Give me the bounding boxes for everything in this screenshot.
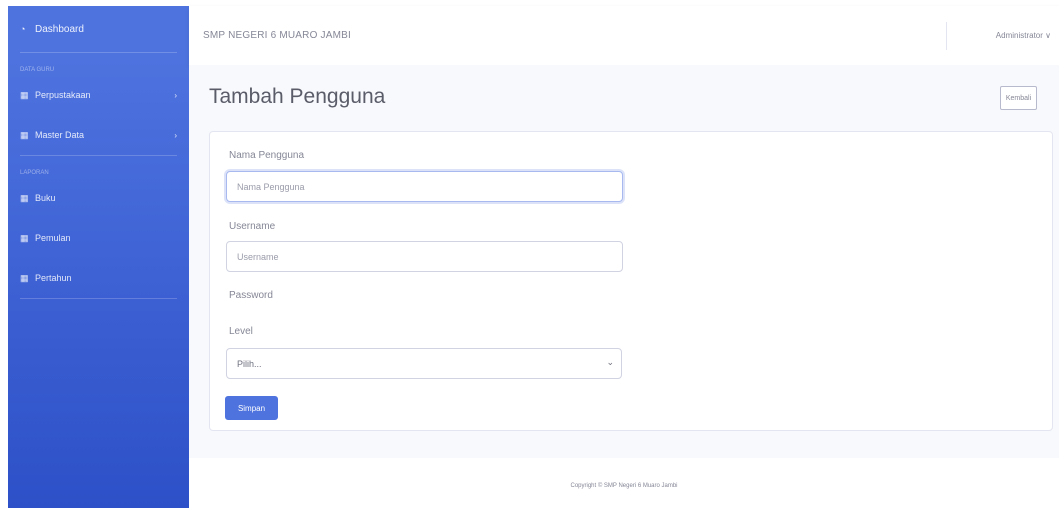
chevron-right-icon: › [174,130,177,140]
table-icon: ▦ [20,272,29,283]
sidebar-item-label: Buku [35,193,56,203]
name-input[interactable] [226,171,623,202]
username-label: Username [229,221,276,232]
sidebar-divider [20,298,177,299]
sidebar-item-label: Master Data [35,130,85,140]
sidebar-item-master-data[interactable]: ▦ Master Data › [8,115,189,155]
topbar: SMP NEGERI 6 MUARO JAMBI Administrator ∨ [189,6,1059,65]
name-label: Nama Pengguna [229,150,305,161]
table-icon: ▦ [20,192,29,203]
table-icon: ▦ [20,129,29,140]
sidebar-item-label: Pertahun [35,273,72,283]
user-name: Administrator [995,31,1043,40]
sidebar-item-pemulan[interactable]: ▦ Pemulan [8,218,189,258]
main-content: Tambah Pengguna Kembali Nama Pengguna Us… [189,65,1059,458]
sidebar-item-label: Perpustakaan [35,90,91,100]
level-select-wrapper: Pilih... ⌄ [226,348,622,379]
sidebar-item-pertahun[interactable]: ▦ Pertahun [8,258,189,298]
level-select[interactable]: Pilih... [226,348,622,379]
sidebar-item-perpustakaan[interactable]: ▦ Perpustakaan › [8,75,189,115]
sidebar-item-buku[interactable]: ▦ Buku [8,178,189,218]
form-card: Nama Pengguna Username Password Level Pi… [209,131,1053,431]
page-title: Tambah Pengguna [209,85,386,108]
school-title: SMP NEGERI 6 MUARO JAMBI [203,30,351,41]
back-button[interactable]: Kembali [1000,86,1037,110]
username-input[interactable] [226,241,623,272]
gauge-icon: ◔ [20,24,26,34]
password-label: Password [229,290,273,301]
sidebar-heading: Laporan [20,170,49,176]
sidebar: ◔ Dashboard Data Guru ▦ Perpustakaan › ▦… [8,6,189,508]
topbar-divider [946,22,947,50]
table-icon: ▦ [20,232,29,243]
chevron-right-icon: › [174,90,177,100]
table-icon: ▦ [20,89,29,100]
sidebar-heading: Data Guru [20,67,55,73]
copyright-text: Copyright © SMP Negeri 6 Muaro Jambi [570,483,678,489]
user-menu[interactable]: Administrator ∨ [996,31,1051,40]
chevron-down-icon: ∨ [1045,31,1051,40]
sidebar-item-label: Pemulan [35,233,71,243]
sidebar-item-dashboard[interactable]: ◔ Dashboard [8,6,189,52]
footer: Copyright © SMP Negeri 6 Muaro Jambi [189,458,1059,508]
save-button[interactable]: Simpan [225,396,278,420]
sidebar-item-label: Dashboard [35,23,84,35]
level-label: Level [229,326,253,337]
